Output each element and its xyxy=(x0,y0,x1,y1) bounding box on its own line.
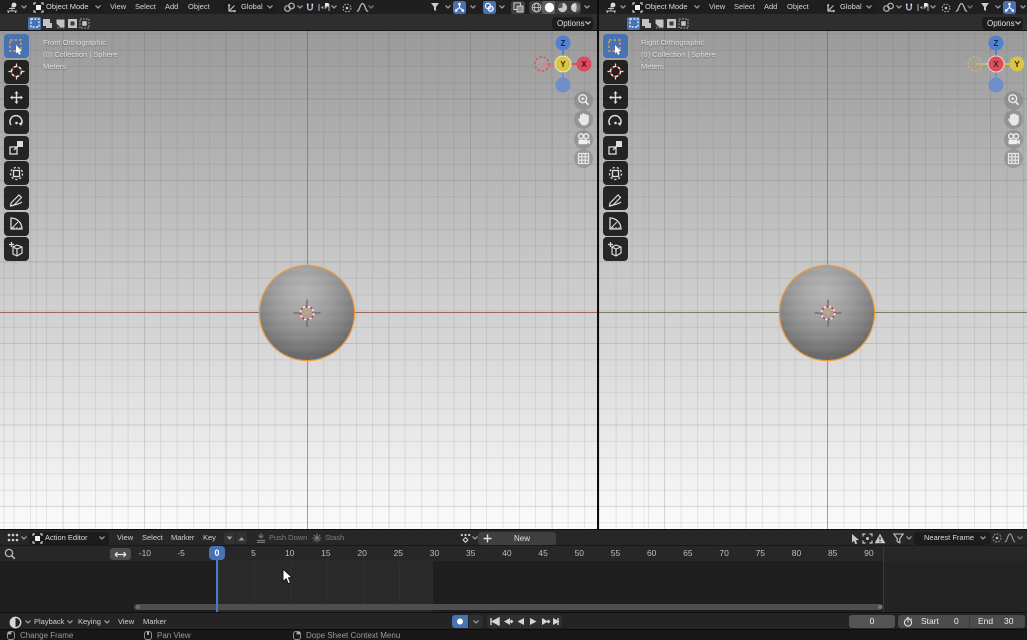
svg-text:Y: Y xyxy=(560,60,566,69)
svg-text:Z: Z xyxy=(994,39,999,48)
svg-text:X: X xyxy=(581,60,587,69)
svg-text:Y: Y xyxy=(1014,60,1020,69)
svg-text:Z: Z xyxy=(561,39,566,48)
svg-text:X: X xyxy=(993,60,999,69)
